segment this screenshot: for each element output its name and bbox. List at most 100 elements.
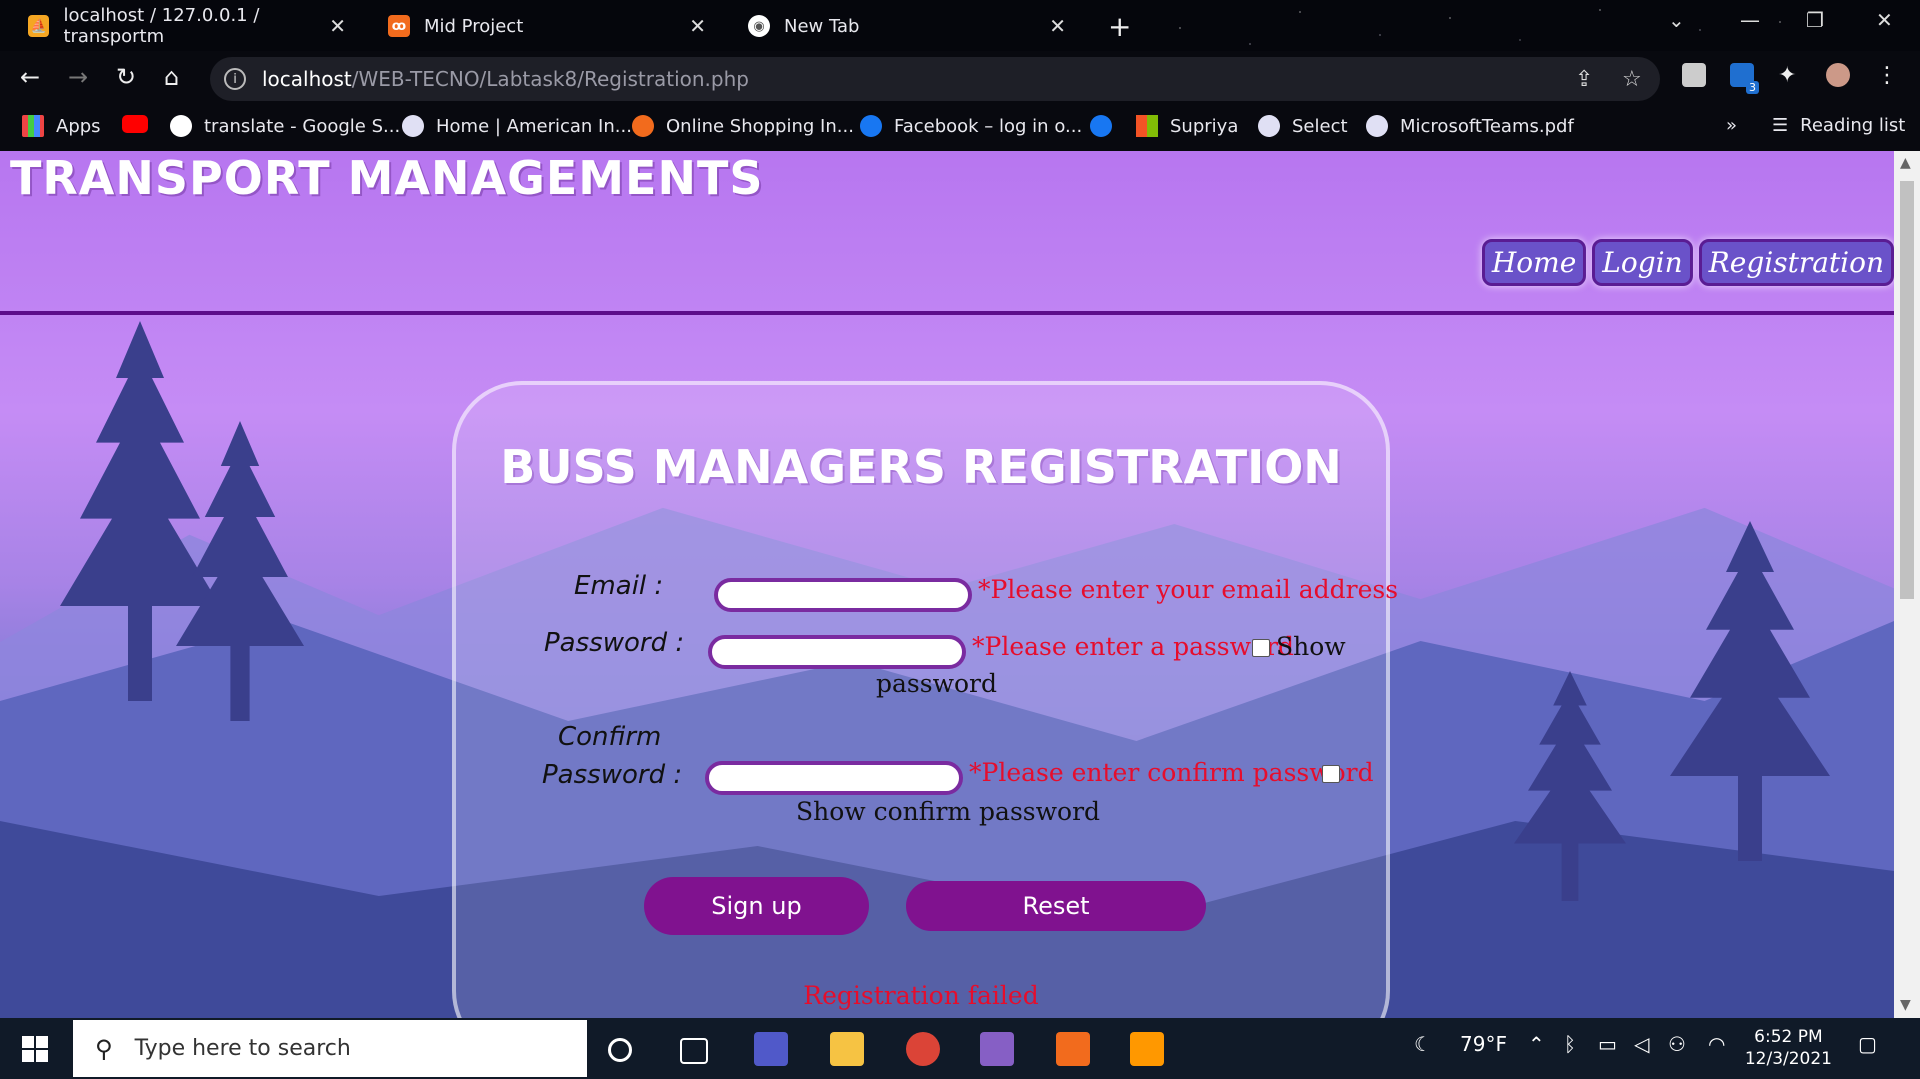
taskbar-clock[interactable]: 6:52 PM 12/3/2021 xyxy=(1745,1026,1832,1070)
globe-icon xyxy=(1258,115,1280,137)
teams-tray-icon[interactable]: ⚇ xyxy=(1668,1032,1686,1056)
registration-card: BUSS MANAGERS REGISTRATION Email : *Plea… xyxy=(452,381,1398,1018)
notifications-icon[interactable]: ▢ xyxy=(1858,1032,1877,1056)
browser-tab-strip: ⛵ localhost / 127.0.0.1 / transportm ✕ ꝏ… xyxy=(0,0,1920,51)
tab-mid-project[interactable]: ꝏ Mid Project ✕ xyxy=(388,6,718,46)
extension-badge: 3 xyxy=(1746,81,1759,94)
bookmark-select[interactable]: Select xyxy=(1258,115,1348,137)
tab-phpmyadmin[interactable]: ⛵ localhost / 127.0.0.1 / transportm ✕ xyxy=(28,5,358,47)
back-arrow-icon[interactable]: ← xyxy=(20,63,40,91)
microsoft-icon xyxy=(1136,115,1158,137)
bookmark-supriya[interactable]: Supriya xyxy=(1136,115,1238,137)
scroll-up-arrow-icon[interactable]: ▲ xyxy=(1900,155,1911,171)
bluetooth-icon[interactable]: ᛒ xyxy=(1564,1032,1576,1056)
puzzle-icon[interactable]: ✦ xyxy=(1778,63,1802,88)
sublime-text-icon[interactable] xyxy=(1130,1032,1164,1066)
taskbar-search-input[interactable]: ⚲ Type here to search xyxy=(73,1020,587,1077)
signup-button[interactable]: Sign up xyxy=(644,877,869,935)
menu-dots-icon[interactable]: ⋮ xyxy=(1876,63,1900,88)
wifi-icon[interactable]: ◠ xyxy=(1708,1032,1725,1056)
scrollbar-thumb[interactable] xyxy=(1900,181,1914,599)
profile-avatar[interactable] xyxy=(1826,63,1850,87)
chrome-icon: ◉ xyxy=(748,15,770,37)
bookmark-facebook[interactable]: Facebook – log in o... xyxy=(860,115,1082,137)
confirm-password-error: *Please enter confirm password xyxy=(969,758,1374,787)
daraz-icon xyxy=(632,115,654,137)
forward-arrow-icon[interactable]: → xyxy=(68,63,88,91)
bookmarks-overflow[interactable]: » xyxy=(1726,115,1737,136)
close-tab-icon[interactable]: ✕ xyxy=(1049,14,1066,38)
bookmark-youtube[interactable] xyxy=(122,115,160,133)
bookmark-apps[interactable]: Apps xyxy=(22,115,101,137)
share-icon[interactable]: ⇪ xyxy=(1575,67,1593,92)
weather-moon-icon: ☾ xyxy=(1414,1032,1432,1056)
bookmark-star-icon[interactable]: ☆ xyxy=(1622,67,1642,92)
confirm-password-field[interactable] xyxy=(705,761,963,795)
bookmark-teams-pdf[interactable]: MicrosoftTeams.pdf xyxy=(1366,115,1574,137)
show-password-checkbox[interactable] xyxy=(1252,639,1270,657)
browser-toolbar: ← → ↻ ⌂ i localhost/WEB-TECNO/Labtask8/R… xyxy=(0,51,1920,107)
windows-taskbar: ⚲ Type here to search ☾ 79°F ⌃ ᛒ ▭ ◁ ⚇ ◠… xyxy=(0,1018,1920,1079)
password-field[interactable] xyxy=(708,635,966,669)
page-scrollbar[interactable]: ▲ ▼ xyxy=(1894,151,1920,1018)
confirm-label-line1: Confirm xyxy=(558,722,662,752)
task-view-icon[interactable] xyxy=(680,1038,708,1064)
xampp-icon: ꝏ xyxy=(388,15,410,37)
search-icon: ⚲ xyxy=(95,1034,113,1063)
chrome-app-icon[interactable] xyxy=(906,1032,940,1066)
site-info-icon[interactable]: i xyxy=(224,68,246,90)
site-header: TRANSPORT MANAGEMENTS Home Login Registr… xyxy=(0,151,1894,315)
close-window-icon[interactable]: ✕ xyxy=(1876,8,1893,32)
nav-registration-link[interactable]: Registration xyxy=(1698,239,1894,286)
globe-icon xyxy=(1366,115,1388,137)
form-title: BUSS MANAGERS REGISTRATION xyxy=(500,440,1342,494)
xampp-app-icon[interactable] xyxy=(1056,1032,1090,1066)
phpmyadmin-icon: ⛵ xyxy=(28,15,50,37)
tray-chevron-icon[interactable]: ⌃ xyxy=(1528,1032,1545,1056)
minimize-icon[interactable]: — xyxy=(1740,8,1760,32)
file-explorer-icon[interactable] xyxy=(830,1032,864,1066)
close-tab-icon[interactable]: ✕ xyxy=(329,14,346,38)
new-tab-plus-icon[interactable]: + xyxy=(1108,10,1131,43)
nav-login-link[interactable]: Login xyxy=(1592,239,1693,286)
address-bar[interactable]: i localhost/WEB-TECNO/Labtask8/Registrat… xyxy=(210,57,1660,101)
site-title: TRANSPORT MANAGEMENTS xyxy=(10,151,764,205)
bookmark-translate[interactable]: translate - Google S... xyxy=(170,115,400,137)
tab-search-chevron-icon[interactable]: ⌄ xyxy=(1668,8,1685,32)
visual-studio-icon[interactable] xyxy=(980,1032,1014,1066)
tab-new-tab[interactable]: ◉ New Tab ✕ xyxy=(748,6,1078,46)
bookmark-american[interactable]: Home | American In... xyxy=(402,115,632,137)
show-password-label-wrap: password xyxy=(876,669,997,698)
facebook-icon xyxy=(860,115,882,137)
bookmark-facebook-2[interactable] xyxy=(1090,115,1124,137)
weather-temperature[interactable]: 79°F xyxy=(1460,1032,1507,1056)
extension-icon[interactable] xyxy=(1682,63,1706,87)
apps-grid-icon xyxy=(22,115,44,137)
scroll-down-arrow-icon[interactable]: ▼ xyxy=(1900,997,1911,1013)
site-nav: Home Login Registration xyxy=(1481,239,1894,286)
password-error: *Please enter a password xyxy=(972,632,1295,661)
email-error: *Please enter your email address xyxy=(978,575,1399,604)
web-page: TRANSPORT MANAGEMENTS Home Login Registr… xyxy=(0,151,1894,1018)
cortana-icon[interactable] xyxy=(608,1038,632,1062)
reading-list[interactable]: ☰ Reading list xyxy=(1772,115,1905,136)
restore-icon[interactable]: ❐ xyxy=(1806,8,1824,32)
clock-time: 6:52 PM xyxy=(1754,1027,1823,1047)
windows-start-icon[interactable] xyxy=(22,1036,48,1062)
bookmarks-bar: Apps translate - Google S... Home | Amer… xyxy=(0,107,1920,151)
teams-app-icon[interactable] xyxy=(754,1032,788,1066)
registration-status: Registration failed xyxy=(803,981,1039,1010)
home-icon[interactable]: ⌂ xyxy=(164,63,179,91)
nav-home-link[interactable]: Home xyxy=(1481,239,1587,286)
show-password-label: Show xyxy=(1276,632,1346,661)
volume-icon[interactable]: ◁ xyxy=(1634,1032,1649,1056)
email-field[interactable] xyxy=(714,578,972,612)
battery-icon[interactable]: ▭ xyxy=(1598,1032,1617,1056)
reset-button[interactable]: Reset xyxy=(906,881,1206,931)
close-tab-icon[interactable]: ✕ xyxy=(689,14,706,38)
youtube-icon xyxy=(122,115,148,133)
globe-icon xyxy=(402,115,424,137)
bookmark-shopping[interactable]: Online Shopping In... xyxy=(632,115,854,137)
show-confirm-password-checkbox[interactable] xyxy=(1322,765,1340,783)
reload-icon[interactable]: ↻ xyxy=(116,63,136,91)
